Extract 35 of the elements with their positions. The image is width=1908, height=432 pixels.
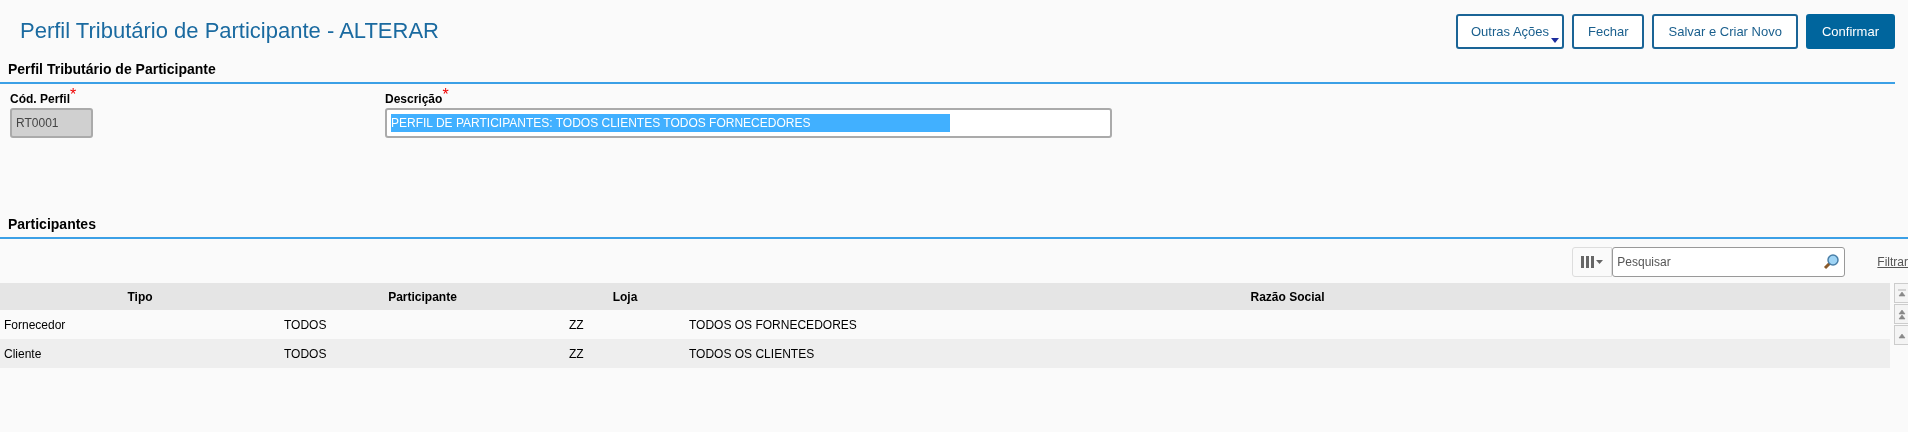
filter-link[interactable]: Filtrar — [1877, 253, 1908, 271]
sort-arrow-icon — [1896, 308, 1907, 320]
section-title: Participantes — [0, 214, 1908, 239]
page-title: Perfil Tributário de Participante - ALTERAR — [20, 18, 439, 45]
column-header[interactable]: Loja — [565, 283, 685, 310]
sort-arrow-icon — [1896, 287, 1907, 299]
sort-button[interactable] — [1894, 283, 1908, 303]
required-mark: * — [70, 90, 77, 100]
action-button[interactable]: Salvar e Criar Novo — [1652, 14, 1798, 49]
table-cell: TODOS — [280, 310, 565, 339]
table-cell: TODOS OS CLIENTES — [685, 339, 1890, 368]
required-mark: * — [442, 90, 449, 100]
text-field: RT0001 — [10, 108, 93, 138]
column-settings-button[interactable] — [1572, 247, 1613, 277]
actions-menu-button[interactable]: Outras Ações — [1456, 14, 1564, 49]
table-cell: Cliente — [0, 339, 280, 368]
field-label: Descrição — [385, 91, 443, 108]
action-button[interactable]: Fechar — [1572, 14, 1645, 49]
table-cell: TODOS — [280, 339, 565, 368]
table-cell: Fornecedor — [0, 310, 280, 339]
column-header[interactable]: Participante — [280, 283, 565, 310]
columns-icon — [1581, 255, 1604, 269]
column-header[interactable]: Tipo — [0, 283, 280, 310]
sort-button[interactable] — [1894, 325, 1908, 345]
column-header[interactable]: Razão Social — [685, 283, 1890, 310]
search-icon[interactable] — [1823, 254, 1840, 270]
table-cell: TODOS OS FORNECEDORES — [685, 310, 1890, 339]
caret-icon — [1551, 38, 1559, 43]
table-cell: ZZ — [565, 310, 685, 339]
table-cell: ZZ — [565, 339, 685, 368]
field-label: Cód. Perfil — [10, 92, 70, 108]
section-title: Perfil Tributário de Participante — [0, 59, 1895, 84]
action-button[interactable]: Confirmar — [1805, 14, 1895, 49]
sort-button[interactable] — [1894, 304, 1908, 324]
search-field[interactable]: Pesquisar — [1612, 247, 1846, 277]
